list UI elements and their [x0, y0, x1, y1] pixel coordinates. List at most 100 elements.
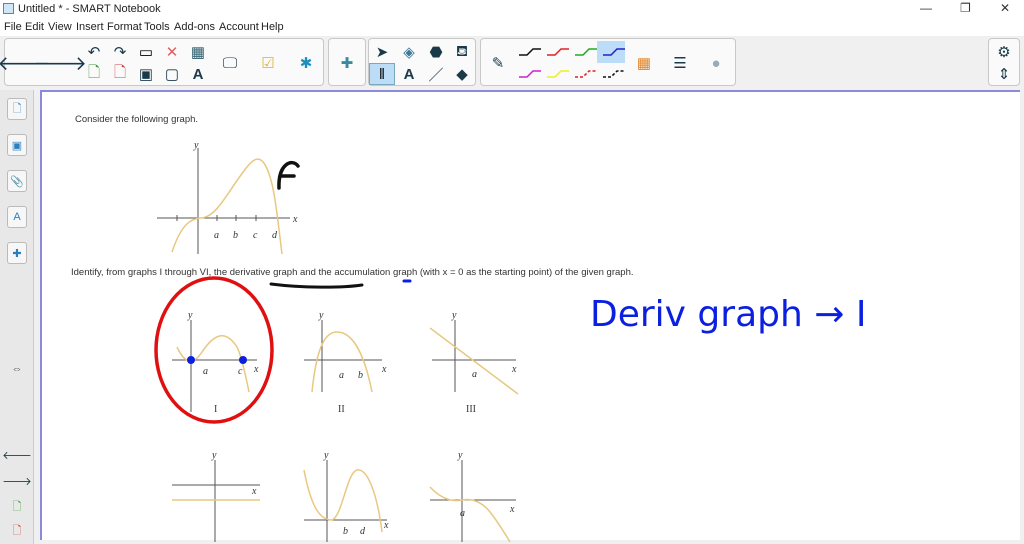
addon-icon[interactable]: ✱ — [293, 52, 319, 74]
fill-effects-icon[interactable]: ● — [703, 52, 729, 74]
attachments-tab[interactable]: 📎 — [7, 170, 27, 192]
toolbar: 🡐 🡒 ↶ ↷ ▭ ✕ ▦ 🗋 🗋 ▣ ▢ A 🖵 ☑ ✱ ✚ ➤ ◈ ⬣ ⛾ … — [0, 36, 1024, 88]
graph-i-y-label: y — [187, 310, 193, 321]
pen-icon[interactable]: ✎ — [485, 52, 511, 74]
graph-mark — [432, 320, 516, 392]
page-sorter-tab[interactable]: 🗋 — [7, 98, 27, 120]
graph-iii-x-label: x — [511, 364, 517, 375]
properties-tab[interactable]: A — [7, 206, 27, 228]
eraser-icon[interactable]: ◆ — [449, 63, 475, 85]
menu-file[interactable]: File — [4, 21, 22, 33]
graph-iii-y-label: y — [451, 310, 457, 321]
app-icon — [3, 3, 14, 14]
addons-tab[interactable]: ✚ — [7, 242, 27, 264]
toolbar-group-addons: ✚ — [328, 38, 366, 86]
graph-mark — [239, 356, 247, 364]
close-button[interactable]: ✕ — [1000, 1, 1010, 15]
graph-iii-tick-a: a — [472, 369, 477, 380]
graph-iv-y-label: y — [211, 450, 217, 461]
graph-iii-label: III — [466, 404, 476, 415]
line-icon[interactable]: ／ — [423, 63, 449, 85]
redo-button[interactable]: ↷ — [107, 41, 133, 63]
toolbar-group-main: 🡐 🡒 ↶ ↷ ▭ ✕ ▦ 🗋 🗋 ▣ ▢ A 🖵 ☑ ✱ — [0, 38, 324, 86]
menu-help[interactable]: Help — [261, 21, 284, 33]
minimize-button[interactable]: — — [920, 1, 932, 15]
graphs-layer: y x a b c d y x a c I y x a b II y x a I… — [154, 140, 866, 542]
graph-mark — [519, 48, 541, 56]
sidebar-add-page-icon[interactable]: 🗋 — [7, 496, 27, 518]
delete-page-icon[interactable]: 🗋 — [107, 63, 133, 85]
graph-vi-x-label: x — [509, 504, 515, 515]
graph-mark — [575, 70, 597, 78]
graph-mark — [547, 48, 569, 56]
gallery-tab[interactable]: ▣ — [7, 134, 27, 156]
puzzle-icon[interactable]: ✚ — [334, 52, 360, 74]
undo-button[interactable]: ↶ — [81, 41, 107, 63]
menu-bar: File Edit View Insert Format Tools Add-o… — [0, 18, 1024, 36]
table-icon[interactable]: ▦ — [185, 41, 211, 63]
menu-insert[interactable]: Insert — [76, 21, 104, 33]
main-graph-curve — [171, 158, 283, 255]
window-title: Untitled * - SMART Notebook — [18, 3, 161, 15]
whiteboard-page[interactable]: Consider the following graph. Identify, … — [40, 90, 1020, 542]
toolbar-group-pen-styles: ✎ ▦ ☰ ● — [480, 38, 736, 86]
page-icon[interactable]: ▭ — [133, 41, 159, 63]
graph-i-tick-c: c — [238, 366, 243, 377]
sidebar-delete-page-icon[interactable]: 🗋 — [7, 520, 27, 542]
handwritten-answer: Deriv graph → I — [590, 294, 866, 335]
graph-mark — [603, 70, 625, 78]
graph-mark — [172, 460, 260, 542]
red-circle-annotation — [154, 276, 274, 424]
menu-account[interactable]: Account — [219, 21, 259, 33]
graph-mark — [547, 70, 569, 78]
sidebar-forward-icon[interactable]: 🡒 — [2, 470, 32, 492]
graph-vi-tick-a: a — [460, 508, 465, 519]
menu-tools[interactable]: Tools — [144, 21, 170, 33]
shapes-icon[interactable]: ◈ — [396, 41, 422, 63]
screen-shade-icon[interactable]: ▢ — [159, 63, 185, 85]
graph-mark — [311, 331, 373, 393]
toolbar-move-icon[interactable]: ⇕ — [991, 63, 1017, 85]
menu-view[interactable]: View — [48, 21, 72, 33]
graph-ii-tick-b: b — [358, 370, 363, 381]
text-tool-icon[interactable]: A — [396, 63, 422, 85]
underline-derivative — [269, 282, 364, 289]
toolbar-group-settings: ⚙ ⇕ — [988, 38, 1020, 86]
pens-icon[interactable]: ǁ — [369, 63, 395, 85]
fill-shape-icon[interactable]: ⬣ — [423, 41, 449, 63]
menu-edit[interactable]: Edit — [25, 21, 44, 33]
menu-format[interactable]: Format — [107, 21, 142, 33]
graph-mark — [303, 469, 383, 533]
title-bar: Untitled * - SMART Notebook — ❐ ✕ — [0, 0, 1024, 18]
graph-mark — [187, 356, 195, 364]
graph-mark — [575, 48, 597, 56]
color-palette-icon[interactable]: ▦ — [631, 52, 657, 74]
graph-ii-tick-a: a — [339, 370, 344, 381]
save-icon[interactable]: ▣ — [133, 63, 159, 85]
graph-ii-y-label: y — [318, 310, 324, 321]
select-icon[interactable]: ➤ — [369, 41, 395, 63]
text-format-icon[interactable]: A — [185, 63, 211, 85]
response-icon[interactable]: ☑ — [255, 52, 281, 74]
gear-icon[interactable]: ⚙ — [991, 41, 1017, 63]
graph-mark — [429, 327, 519, 395]
add-page-icon[interactable]: 🗋 — [81, 63, 107, 85]
restore-button[interactable]: ❐ — [960, 1, 971, 15]
graph-v-tick-d: d — [360, 526, 366, 537]
next-page-button[interactable]: 🡒 — [33, 52, 87, 75]
paint-bucket-icon[interactable]: ⛾ — [449, 41, 475, 63]
graph-mark — [429, 486, 511, 542]
delete-icon[interactable]: ✕ — [159, 41, 185, 63]
graph-i-tick-a: a — [203, 366, 208, 377]
tick-a: a — [214, 230, 219, 241]
graph-iv-x-label: x — [251, 486, 257, 497]
resize-sidebar-icon[interactable]: ⇔ — [7, 358, 27, 380]
display-icon[interactable]: 🖵 — [217, 52, 243, 74]
graph-i-x-label: x — [253, 364, 259, 375]
main-graph-y-label: y — [193, 140, 199, 151]
graph-ii-label: II — [338, 404, 345, 415]
menu-addons[interactable]: Add-ons — [174, 21, 215, 33]
line-style-icon[interactable]: ☰ — [667, 52, 693, 74]
graph-v-x-label: x — [383, 520, 389, 531]
sidebar-back-icon[interactable]: 🡐 — [2, 444, 32, 466]
